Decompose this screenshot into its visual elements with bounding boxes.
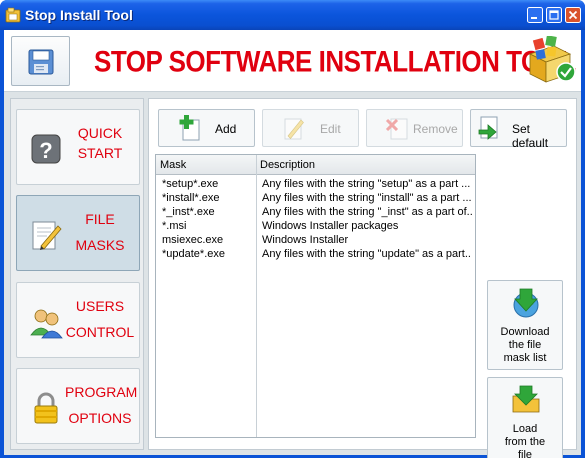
- table-row[interactable]: msiexec.exe Windows Installer: [156, 233, 475, 247]
- edit-button[interactable]: Edit: [262, 109, 359, 147]
- set-default-icon: [478, 116, 498, 140]
- mask-cell: *.msi: [162, 220, 187, 232]
- description-cell: Windows Installer packages: [262, 220, 399, 232]
- file-mask-table[interactable]: Mask Description *setup*.exe Any files w…: [155, 154, 476, 438]
- banner-title: STOP SOFTWARE INSTALLATION TOOL: [94, 44, 576, 79]
- description-cell: Any files with the string "setup" as a p…: [262, 178, 471, 190]
- load-label-line3: file: [517, 449, 533, 458]
- sidebar-item-label: FILE: [85, 211, 115, 227]
- mask-cell: *update*.exe: [162, 248, 225, 260]
- download-label-line3: mask list: [503, 352, 547, 364]
- table-row[interactable]: *install*.exe Any files with the string …: [156, 191, 475, 205]
- mask-cell: *_inst*.exe: [162, 206, 215, 218]
- description-cell: Any files with the string "update" as a …: [262, 248, 472, 260]
- load-label-line2: from the: [504, 436, 546, 448]
- sidebar-item-file-masks[interactable]: FILE MASKS: [16, 195, 140, 271]
- download-globe-icon: [513, 288, 539, 318]
- client-area: STOP SOFTWARE INSTALLATION TOOL ? QUICK: [4, 30, 581, 458]
- table-header: Mask Description: [156, 155, 475, 175]
- title-bar[interactable]: Stop Install Tool: [0, 0, 585, 30]
- download-label-line2: the file: [508, 339, 542, 351]
- table-row[interactable]: *_inst*.exe Any files with the string "_…: [156, 205, 475, 219]
- edit-pencil-icon: [284, 118, 304, 140]
- lock-icon: [34, 392, 58, 424]
- open-folder-icon: [512, 385, 540, 413]
- set-default-label: Set default: [512, 122, 549, 150]
- remove-file-icon: [385, 118, 408, 140]
- add-button[interactable]: Add: [158, 109, 255, 147]
- sidebar-item-users-control[interactable]: USERS CONTROL: [16, 282, 140, 358]
- edit-icon: [32, 221, 62, 250]
- column-header-description[interactable]: Description: [260, 159, 315, 171]
- minimize-icon[interactable]: [527, 7, 543, 23]
- add-label: Add: [215, 122, 237, 136]
- file-masks-panel: Add Edit Remove Set default Mask Descrip…: [148, 98, 577, 458]
- remove-label: Remove: [413, 122, 458, 136]
- save-button[interactable]: [11, 36, 70, 86]
- mask-cell: *setup*.exe: [162, 178, 219, 190]
- column-header-mask[interactable]: Mask: [160, 159, 186, 171]
- close-icon[interactable]: [565, 7, 581, 23]
- app-icon: [5, 7, 21, 23]
- sidebar-item-label: USERS: [75, 298, 125, 314]
- sidebar: ? QUICK START FILE MASKS USERS CONTROL P…: [10, 98, 144, 450]
- maximize-icon[interactable]: [546, 7, 562, 23]
- floppy-disk-icon: [28, 49, 54, 75]
- edit-label: Edit: [320, 122, 341, 136]
- table-row[interactable]: *setup*.exe Any files with the string "s…: [156, 177, 475, 191]
- sidebar-item-program-options[interactable]: PROGRAM OPTIONS: [16, 368, 140, 444]
- window-title: Stop Install Tool: [25, 7, 133, 23]
- load-from-file-button[interactable]: Load from the file: [487, 377, 563, 458]
- header-banner: STOP SOFTWARE INSTALLATION TOOL: [4, 30, 581, 92]
- help-icon: ?: [31, 134, 61, 164]
- sidebar-item-quick-start[interactable]: ? QUICK START: [16, 109, 140, 185]
- sidebar-item-label: START: [77, 145, 123, 161]
- mask-cell: *install*.exe: [162, 192, 220, 204]
- svg-text:?: ?: [39, 138, 52, 163]
- description-cell: Any files with the string "install" as a…: [262, 192, 472, 204]
- sidebar-item-label: PROGRAM: [65, 384, 138, 400]
- description-cell: Windows Installer: [262, 234, 349, 246]
- load-label-line1: Load: [512, 423, 538, 435]
- set-default-button[interactable]: Set default: [470, 109, 567, 150]
- sidebar-item-label: OPTIONS: [68, 410, 132, 426]
- table-row[interactable]: *update*.exe Any files with the string "…: [156, 247, 475, 261]
- mask-cell: msiexec.exe: [162, 234, 224, 246]
- app-window: Stop Install Tool STOP SOFTWARE INSTALLA…: [0, 0, 585, 458]
- download-mask-list-button[interactable]: Download the file mask list: [487, 280, 563, 370]
- download-label-line1: Download: [500, 326, 550, 338]
- remove-button[interactable]: Remove: [366, 109, 463, 147]
- software-box-icon: [528, 36, 576, 83]
- table-row[interactable]: *.msi Windows Installer packages: [156, 219, 475, 233]
- sidebar-item-label: MASKS: [75, 237, 125, 253]
- users-icon: [30, 309, 63, 339]
- add-file-icon: [179, 115, 200, 141]
- description-cell: Any files with the string "_inst" as a p…: [262, 206, 472, 218]
- sidebar-item-label: CONTROL: [65, 324, 135, 340]
